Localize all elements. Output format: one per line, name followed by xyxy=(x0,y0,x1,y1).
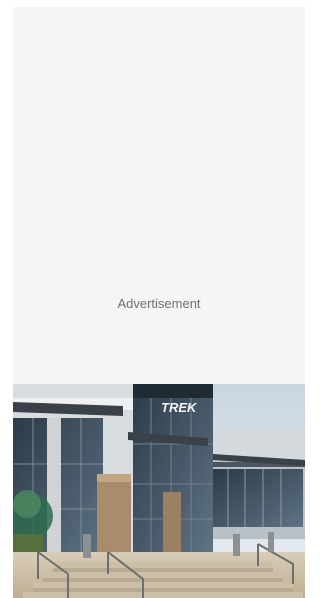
article-hero-image[interactable]: TREK xyxy=(13,384,305,598)
advertisement-slot[interactable]: Advertisement xyxy=(13,7,305,384)
trek-sign: TREK xyxy=(161,400,198,415)
advertisement-label: Advertisement xyxy=(117,296,201,311)
building-photo: TREK xyxy=(13,384,305,598)
